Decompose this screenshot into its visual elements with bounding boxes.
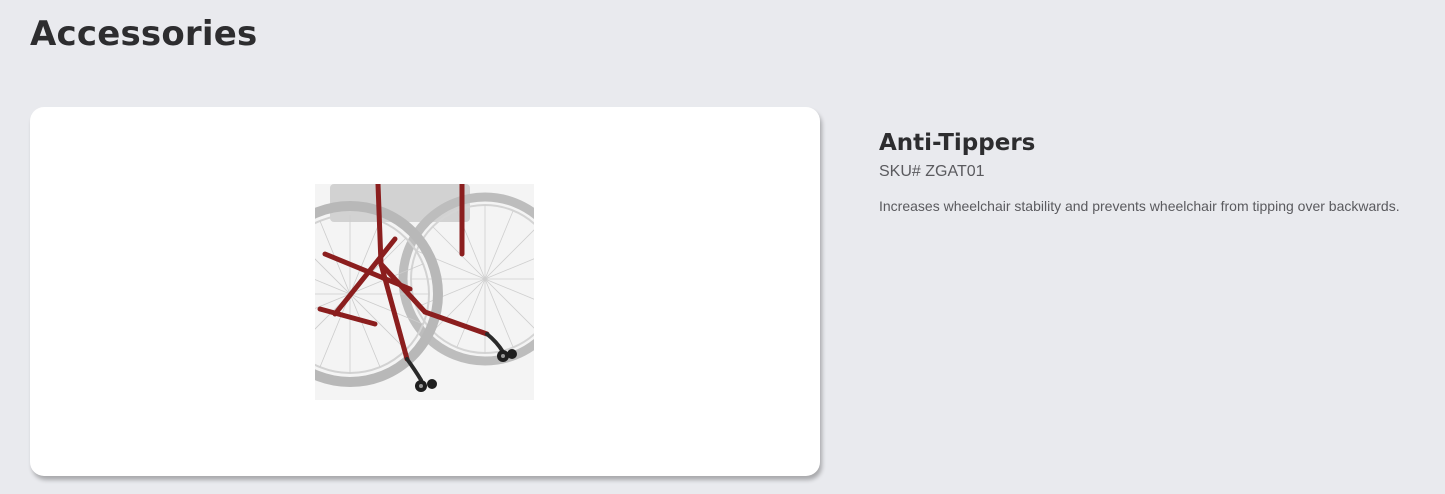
product-name[interactable]: Anti-Tippers [879,130,1439,156]
product-description: Increases wheelchair stability and preve… [879,198,1400,214]
page-title: Accessories [30,14,258,54]
product-image-card[interactable] [30,107,820,476]
product-sku: SKU# ZGAT01 [879,163,985,180]
wheelchair-anti-tipper-illustration [315,184,534,400]
product-image[interactable] [315,184,534,400]
product-info: Anti-Tippers SKU# ZGAT01 Increases wheel… [879,130,1439,214]
